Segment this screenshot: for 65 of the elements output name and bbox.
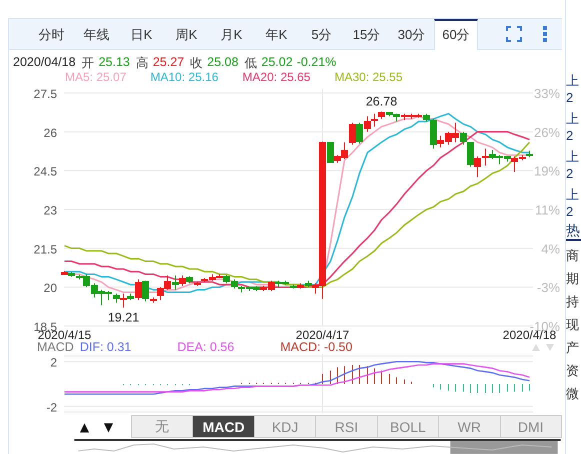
link-text[interactable]: 商 xyxy=(566,247,581,264)
quote-value: 25.02 xyxy=(261,54,293,71)
percent-axis-label: 19% xyxy=(534,164,560,178)
indicator-value: MACD: -0.50 xyxy=(280,340,352,354)
quote-value: 25.27 xyxy=(152,54,184,71)
period-tab[interactable]: 年K xyxy=(254,19,299,49)
price-extreme-label: 26.78 xyxy=(366,94,398,108)
news-item-text[interactable]: 2 xyxy=(566,127,581,144)
percent-axis-label: -3% xyxy=(536,280,560,295)
percent-axis-label: 4% xyxy=(541,241,560,256)
period-tab[interactable]: 15分 xyxy=(344,19,389,49)
percent-axis-label: 33% xyxy=(534,86,560,101)
quote-value: 25.08 xyxy=(207,54,238,71)
indicator-value: DIF: 0.31 xyxy=(80,340,132,354)
price-axis-label: 27.5 xyxy=(34,86,57,101)
quote-date: 2020/04/18 xyxy=(13,54,76,71)
link-text[interactable]: 资 xyxy=(566,362,581,379)
link-text[interactable]: 期 xyxy=(566,270,581,287)
price-axis-label: 23 xyxy=(44,203,57,218)
link-text[interactable]: 微 xyxy=(566,385,581,402)
news-item-text[interactable]: 2 xyxy=(566,165,581,182)
percent-axis-label: 11% xyxy=(534,202,560,218)
period-tab[interactable]: 月K xyxy=(209,19,254,49)
fullscreen-icon[interactable] xyxy=(506,26,522,42)
price-axis-label: 21.5 xyxy=(34,242,57,256)
price-axis-label: 24.5 xyxy=(34,164,57,178)
more-icon[interactable] xyxy=(542,26,548,42)
link-text[interactable]: 持 xyxy=(566,293,581,310)
news-item-text[interactable]: 上 xyxy=(566,186,581,203)
news-item-text[interactable]: 2 xyxy=(566,203,581,220)
period-tab[interactable]: 日K xyxy=(119,19,164,49)
price-axis-label: 26 xyxy=(44,126,57,140)
indicator-axis-label: 2 xyxy=(50,355,57,370)
section-heading: 热 xyxy=(566,222,581,241)
news-item-text[interactable]: 上 xyxy=(566,110,581,127)
date-axis-label: 2020/4/17 xyxy=(296,328,350,340)
indicator-value: DEA: 0.56 xyxy=(177,340,234,354)
quote-label: 收 xyxy=(190,54,204,71)
moving-average-value: MA30: 25.55 xyxy=(334,70,403,84)
period-tab[interactable]: 60分 xyxy=(434,19,478,50)
indicator-axis-label: -2 xyxy=(46,400,57,414)
moving-average-value: MA10: 25.16 xyxy=(150,70,218,84)
indicator-name: MACD xyxy=(37,340,74,354)
navigator-drawing[interactable] xyxy=(73,439,562,454)
indicator-tab[interactable]: MACD xyxy=(192,416,254,438)
quote-value: 25.13 xyxy=(98,54,130,71)
percent-axis-label: 26% xyxy=(534,124,560,140)
price-axis-label: 20 xyxy=(44,281,57,295)
link-text[interactable]: 现 xyxy=(566,316,581,333)
news-item-text[interactable]: 上 xyxy=(566,72,581,89)
moving-average-value: MA20: 25.65 xyxy=(242,70,310,84)
period-tab[interactable]: 年线 xyxy=(74,19,119,49)
period-tab[interactable]: 周K xyxy=(164,19,209,49)
moving-average-value: MA5: 25.07 xyxy=(65,70,126,84)
quote-value: -0.21% xyxy=(296,54,336,71)
news-item-text[interactable]: 2 xyxy=(566,89,581,106)
period-tab[interactable]: 5分 xyxy=(299,19,344,49)
news-item-text[interactable]: 上 xyxy=(566,148,581,165)
link-text[interactable]: 产 xyxy=(566,339,581,356)
price-extreme-label: 19.21 xyxy=(108,310,140,324)
quote-label: 开 xyxy=(82,54,95,71)
period-tab[interactable]: 分时 xyxy=(29,19,74,49)
quote-label: 高 xyxy=(136,54,149,71)
quote-label: 低 xyxy=(244,54,258,71)
period-tab[interactable]: 30分 xyxy=(389,19,434,49)
